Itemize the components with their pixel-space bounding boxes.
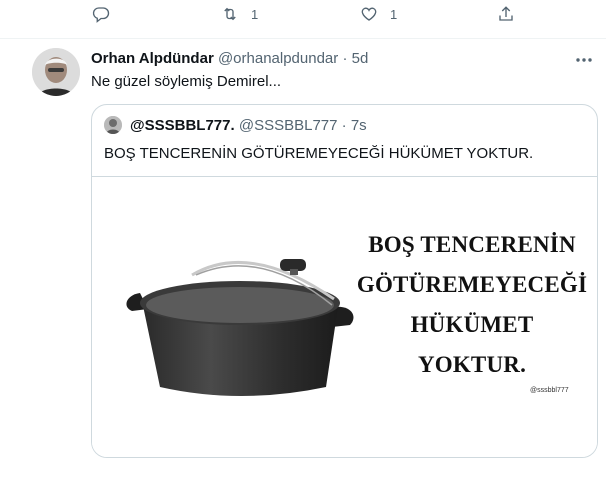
separator-dot: ·	[342, 50, 348, 67]
like-icon	[361, 7, 377, 21]
separator-dot: ·	[341, 117, 347, 134]
share-button[interactable]	[497, 4, 515, 24]
pot-image	[126, 259, 354, 396]
retweet-count: 1	[251, 6, 259, 22]
previous-tweet-actions: 1 1	[0, 0, 606, 30]
tweet-header: Orhan Alpdündar @orhanalpdundar · 5d	[91, 50, 368, 68]
quoted-tweet[interactable]: @SSSBBL777. @SSSBBL777 · 7s BOŞ TENCEREN…	[91, 104, 598, 458]
tweet-timestamp[interactable]: 5d	[352, 50, 369, 67]
quote-timestamp: 7s	[350, 117, 367, 134]
quote-media-image[interactable]: BOŞ TENCERENİN GÖTÜREMEYECEĞİ HÜKÜMET YO…	[92, 176, 597, 457]
quote-avatar	[104, 116, 122, 134]
avatar-photo	[32, 48, 80, 96]
author-handle[interactable]: @orhanalpdundar	[218, 50, 338, 67]
image-caption: BOŞ TENCERENİN GÖTÜREMEYECEĞİ HÜKÜMET YO…	[347, 225, 597, 385]
caption-line: HÜKÜMET	[410, 312, 534, 337]
author-name[interactable]: Orhan Alpdündar	[91, 50, 214, 67]
quote-header: @SSSBBL777. @SSSBBL777 · 7s	[130, 117, 367, 135]
quote-author-handle: @SSSBBL777	[238, 117, 338, 134]
more-options-button[interactable]	[574, 51, 594, 69]
retweet-button[interactable]: 1	[221, 4, 258, 24]
reply-button[interactable]	[92, 4, 110, 24]
reply-icon	[92, 7, 110, 23]
quote-avatar-photo	[104, 116, 122, 134]
retweet-icon	[224, 7, 236, 21]
avatar[interactable]	[32, 48, 80, 96]
caption-line: YOKTUR.	[417, 352, 527, 377]
caption-line: BOŞ TENCERENİN	[368, 232, 576, 257]
more-icon	[576, 58, 592, 62]
share-icon	[499, 6, 513, 21]
caption-line: GÖTÜREMEYECEĞİ	[356, 272, 588, 297]
divider	[0, 38, 606, 39]
like-button[interactable]: 1	[360, 4, 397, 24]
image-watermark: @sssbbl777	[530, 387, 569, 394]
like-count: 1	[390, 6, 398, 22]
quote-text: BOŞ TENCERENİN GÖTÜREMEYECEĞİ HÜKÜMET YO…	[104, 145, 534, 162]
tweet-text: Ne güzel söylemiş Demirel...	[91, 73, 282, 90]
quote-author-name: @SSSBBL777.	[130, 117, 235, 134]
